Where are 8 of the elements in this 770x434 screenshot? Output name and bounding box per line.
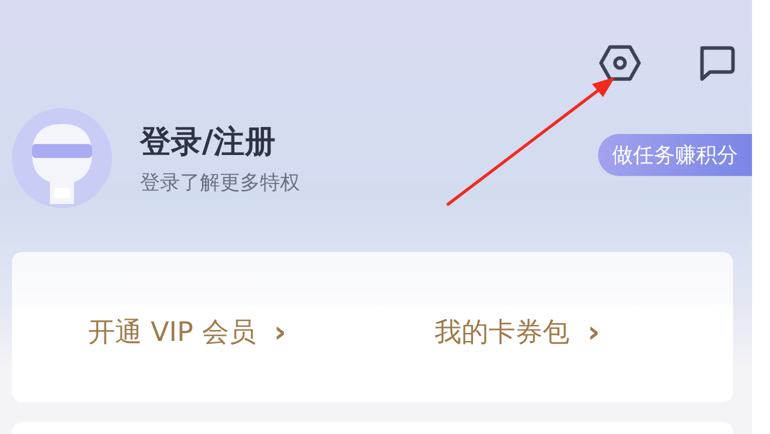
subtitle-text: 登录了解更多特权 bbox=[140, 168, 301, 196]
login-title[interactable]: 登录/注册 bbox=[140, 120, 276, 162]
chevron-icon: › bbox=[588, 314, 600, 350]
avatar-icon bbox=[12, 108, 112, 208]
chevron-icon: › bbox=[274, 314, 286, 350]
task-button[interactable]: 做任务赚积分 bbox=[598, 134, 752, 176]
menu-link[interactable]: 我的卡券包 bbox=[434, 314, 570, 350]
menu-link[interactable]: 开通 VIP 会员 bbox=[88, 314, 256, 350]
